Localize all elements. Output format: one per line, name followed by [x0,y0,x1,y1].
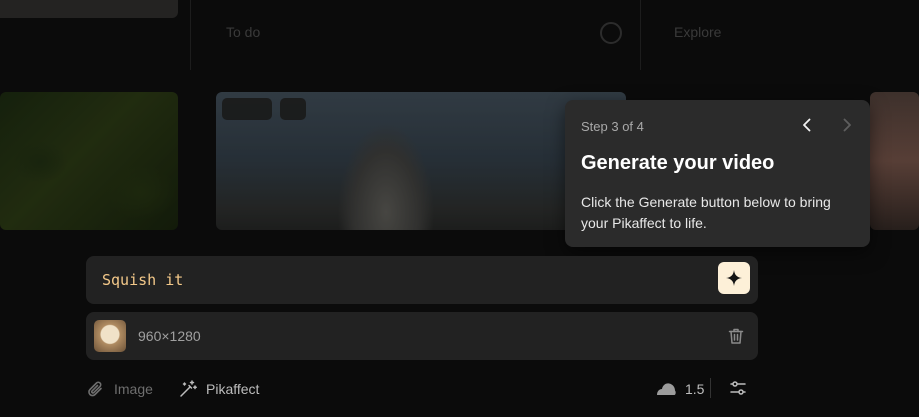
chevron-right-icon [837,115,857,135]
onboarding-tour-popover: Step 3 of 4 Generate your video Click th… [565,100,870,247]
tour-title: Generate your video [581,152,775,174]
image-thumbnail [94,320,126,352]
prompt-input[interactable]: Squish it [86,256,758,304]
paperclip-icon [86,379,106,399]
tour-next-button[interactable] [837,115,857,135]
generate-button[interactable] [718,262,750,294]
video-thumbnail [0,92,178,230]
cloud-icon [655,381,677,397]
background-card [0,0,178,18]
sliders-icon [728,378,748,398]
prompt-text[interactable]: Squish it [102,271,183,289]
credits-indicator[interactable]: 1.5 [655,378,704,400]
image-dimensions: 960×1280 [138,328,201,344]
circle-icon [600,22,622,44]
toolbar-divider [710,378,711,398]
tour-description: Click the Generate button below to bring… [581,194,831,231]
column-divider [640,0,641,70]
image-label: Image [114,381,153,397]
thumbnail-badge [222,98,272,120]
settings-button[interactable] [728,378,748,398]
pikaffect-label: Pikaffect [206,381,260,397]
thumbnail-badge [280,98,306,120]
image-upload-button[interactable]: Image [86,378,153,400]
column-label-todo: To do [226,24,261,40]
sparkle-icon [725,269,743,287]
tour-prev-button[interactable] [797,115,817,135]
credits-value: 1.5 [685,381,705,397]
magic-wand-icon [178,379,198,399]
tour-step-counter: Step 3 of 4 [581,119,644,134]
column-divider [190,0,191,70]
attachment-row: 960×1280 [86,312,758,360]
chevron-left-icon [797,115,817,135]
column-label-explore: Explore [674,24,722,40]
pikaffect-button[interactable]: Pikaffect [178,378,259,400]
delete-attachment-button[interactable] [726,326,746,346]
video-thumbnail [870,92,919,230]
trash-icon [726,326,746,346]
